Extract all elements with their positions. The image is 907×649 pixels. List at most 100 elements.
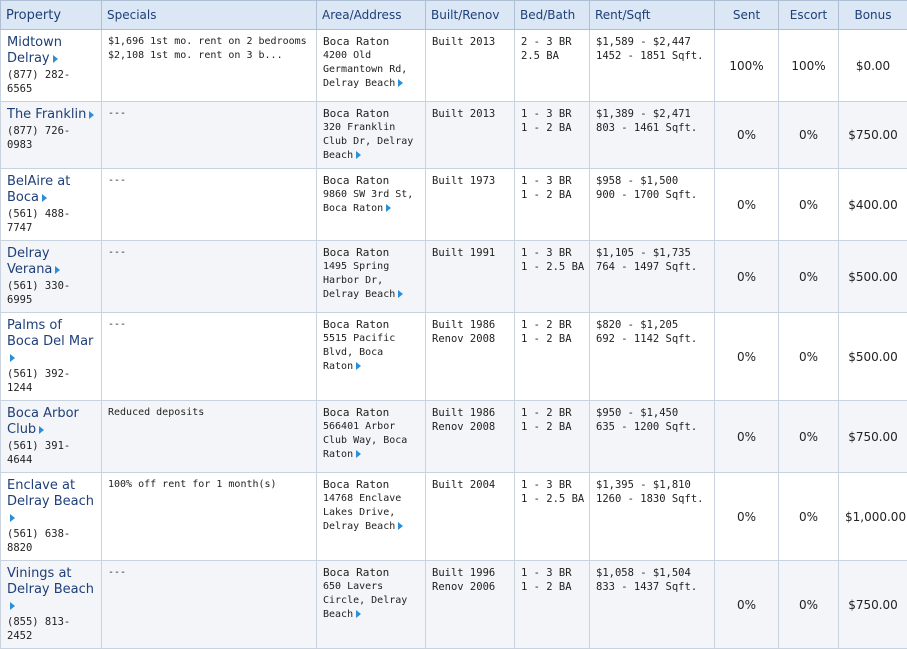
header-bed-bath[interactable]: Bed/Bath: [515, 1, 590, 30]
address-text: 566401 Arbor Club Way, Boca Raton: [323, 421, 407, 460]
escort-cell: 100%: [779, 30, 839, 102]
bathrooms: 1 - 2 BA: [521, 580, 583, 594]
arrow-right-icon: [386, 204, 391, 212]
header-specials[interactable]: Specials: [102, 1, 317, 30]
bonus-cell: $1,000.00: [839, 473, 907, 561]
bedrooms: 1 - 2 BR: [521, 406, 583, 420]
address-text: 1495 Spring Harbor Dr, Delray Beach: [323, 261, 395, 300]
property-name: The Franklin: [7, 107, 86, 122]
area-city: Boca Raton: [323, 406, 419, 420]
sent-cell: 0%: [715, 473, 779, 561]
area-cell: Boca Raton 5515 Pacific Blvd, Boca Raton: [317, 313, 426, 401]
bathrooms: 1 - 2 BA: [521, 420, 583, 434]
property-link[interactable]: Boca Arbor Club: [7, 406, 79, 437]
table-row: Boca Arbor Club (561) 391-4644 Reduced d…: [1, 401, 907, 473]
sqft-range: 635 - 1200 Sqft.: [596, 420, 708, 434]
specials-cell: ---: [102, 241, 317, 313]
built-cell: Built 1986 Renov 2008: [426, 313, 515, 401]
bonus-cell: $750.00: [839, 102, 907, 169]
rent-cell: $820 - $1,205 692 - 1142 Sqft.: [590, 313, 715, 401]
address-link[interactable]: 320 Franklin Club Dr, Delray Beach: [323, 121, 419, 163]
sent-cell: 0%: [715, 561, 779, 649]
bed-bath-cell: 1 - 2 BR 1 - 2 BA: [515, 401, 590, 473]
rent-range: $1,395 - $1,810: [596, 478, 708, 492]
table-row: Delray Verana (561) 330-6995 --- Boca Ra…: [1, 241, 907, 313]
arrow-right-icon: [10, 602, 15, 610]
header-built[interactable]: Built/Renov: [426, 1, 515, 30]
table-row: Midtown Delray (877) 282-6565 $1,696 1st…: [1, 30, 907, 102]
address-link[interactable]: 566401 Arbor Club Way, Boca Raton: [323, 420, 419, 462]
specials-cell: ---: [102, 102, 317, 169]
bathrooms: 1 - 2.5 BA: [521, 260, 583, 274]
property-link[interactable]: BelAire at Boca: [7, 174, 70, 205]
sqft-range: 833 - 1437 Sqft.: [596, 580, 708, 594]
property-phone: (561) 638-8820: [7, 527, 95, 555]
header-property[interactable]: Property: [1, 1, 102, 30]
address-link[interactable]: 9860 SW 3rd St, Boca Raton: [323, 188, 419, 216]
escort-cell: 0%: [779, 401, 839, 473]
sent-cell: 0%: [715, 401, 779, 473]
area-cell: Boca Raton 1495 Spring Harbor Dr, Delray…: [317, 241, 426, 313]
bed-bath-cell: 1 - 3 BR 1 - 2.5 BA: [515, 473, 590, 561]
bonus-cell: $500.00: [839, 241, 907, 313]
header-bonus[interactable]: Bonus: [839, 1, 907, 30]
address-text: 320 Franklin Club Dr, Delray Beach: [323, 122, 413, 161]
area-cell: Boca Raton 4200 Old Germantown Rd, Delra…: [317, 30, 426, 102]
address-link[interactable]: 14768 Enclave Lakes Drive, Delray Beach: [323, 492, 419, 534]
rent-range: $958 - $1,500: [596, 174, 708, 188]
table-header-row: Property Specials Area/Address Built/Ren…: [1, 1, 907, 30]
arrow-right-icon: [10, 514, 15, 522]
area-cell: Boca Raton 14768 Enclave Lakes Drive, De…: [317, 473, 426, 561]
header-escort[interactable]: Escort: [779, 1, 839, 30]
built-year: Built 1973: [432, 174, 508, 188]
escort-cell: 0%: [779, 313, 839, 401]
specials-cell: ---: [102, 561, 317, 649]
area-city: Boca Raton: [323, 107, 419, 121]
address-link[interactable]: 4200 Old Germantown Rd, Delray Beach: [323, 49, 419, 91]
area-city: Boca Raton: [323, 35, 419, 49]
property-name: BelAire at Boca: [7, 174, 70, 205]
rent-cell: $1,589 - $2,447 1452 - 1851 Sqft.: [590, 30, 715, 102]
property-link[interactable]: Vinings at Delray Beach: [7, 566, 94, 613]
bathrooms: 1 - 2 BA: [521, 188, 583, 202]
address-link[interactable]: 650 Lavers Circle, Delray Beach: [323, 580, 419, 622]
bonus-cell: $0.00: [839, 30, 907, 102]
sent-cell: 0%: [715, 102, 779, 169]
rent-range: $950 - $1,450: [596, 406, 708, 420]
property-cell: Delray Verana (561) 330-6995: [1, 241, 102, 313]
specials-cell: Reduced deposits: [102, 401, 317, 473]
property-cell: The Franklin (877) 726-0983: [1, 102, 102, 169]
property-link[interactable]: Midtown Delray: [7, 35, 62, 66]
property-link[interactable]: Palms of Boca Del Mar: [7, 318, 93, 365]
header-rent[interactable]: Rent/Sqft: [590, 1, 715, 30]
escort-cell: 0%: [779, 473, 839, 561]
bathrooms: 1 - 2 BA: [521, 121, 583, 135]
property-link[interactable]: Enclave at Delray Beach: [7, 478, 94, 525]
property-link[interactable]: The Franklin: [7, 107, 94, 122]
specials-cell: 100% off rent for 1 month(s): [102, 473, 317, 561]
area-city: Boca Raton: [323, 566, 419, 580]
property-cell: Palms of Boca Del Mar (561) 392-1244: [1, 313, 102, 401]
escort-cell: 0%: [779, 169, 839, 241]
escort-cell: 0%: [779, 241, 839, 313]
renov-year: Renov 2008: [432, 332, 508, 346]
bedrooms: 1 - 3 BR: [521, 107, 583, 121]
property-link[interactable]: Delray Verana: [7, 246, 60, 277]
sqft-range: 1452 - 1851 Sqft.: [596, 49, 708, 63]
arrow-right-icon: [356, 450, 361, 458]
rent-cell: $1,395 - $1,810 1260 - 1830 Sqft.: [590, 473, 715, 561]
built-cell: Built 2004: [426, 473, 515, 561]
built-year: Built 2013: [432, 35, 508, 49]
bed-bath-cell: 1 - 2 BR 1 - 2 BA: [515, 313, 590, 401]
sqft-range: 900 - 1700 Sqft.: [596, 188, 708, 202]
address-link[interactable]: 1495 Spring Harbor Dr, Delray Beach: [323, 260, 419, 302]
address-link[interactable]: 5515 Pacific Blvd, Boca Raton: [323, 332, 419, 374]
arrow-right-icon: [42, 194, 47, 202]
area-cell: Boca Raton 650 Lavers Circle, Delray Bea…: [317, 561, 426, 649]
header-area[interactable]: Area/Address: [317, 1, 426, 30]
header-sent[interactable]: Sent: [715, 1, 779, 30]
built-year: Built 2004: [432, 478, 508, 492]
arrow-right-icon: [10, 354, 15, 362]
area-cell: Boca Raton 566401 Arbor Club Way, Boca R…: [317, 401, 426, 473]
bonus-cell: $400.00: [839, 169, 907, 241]
